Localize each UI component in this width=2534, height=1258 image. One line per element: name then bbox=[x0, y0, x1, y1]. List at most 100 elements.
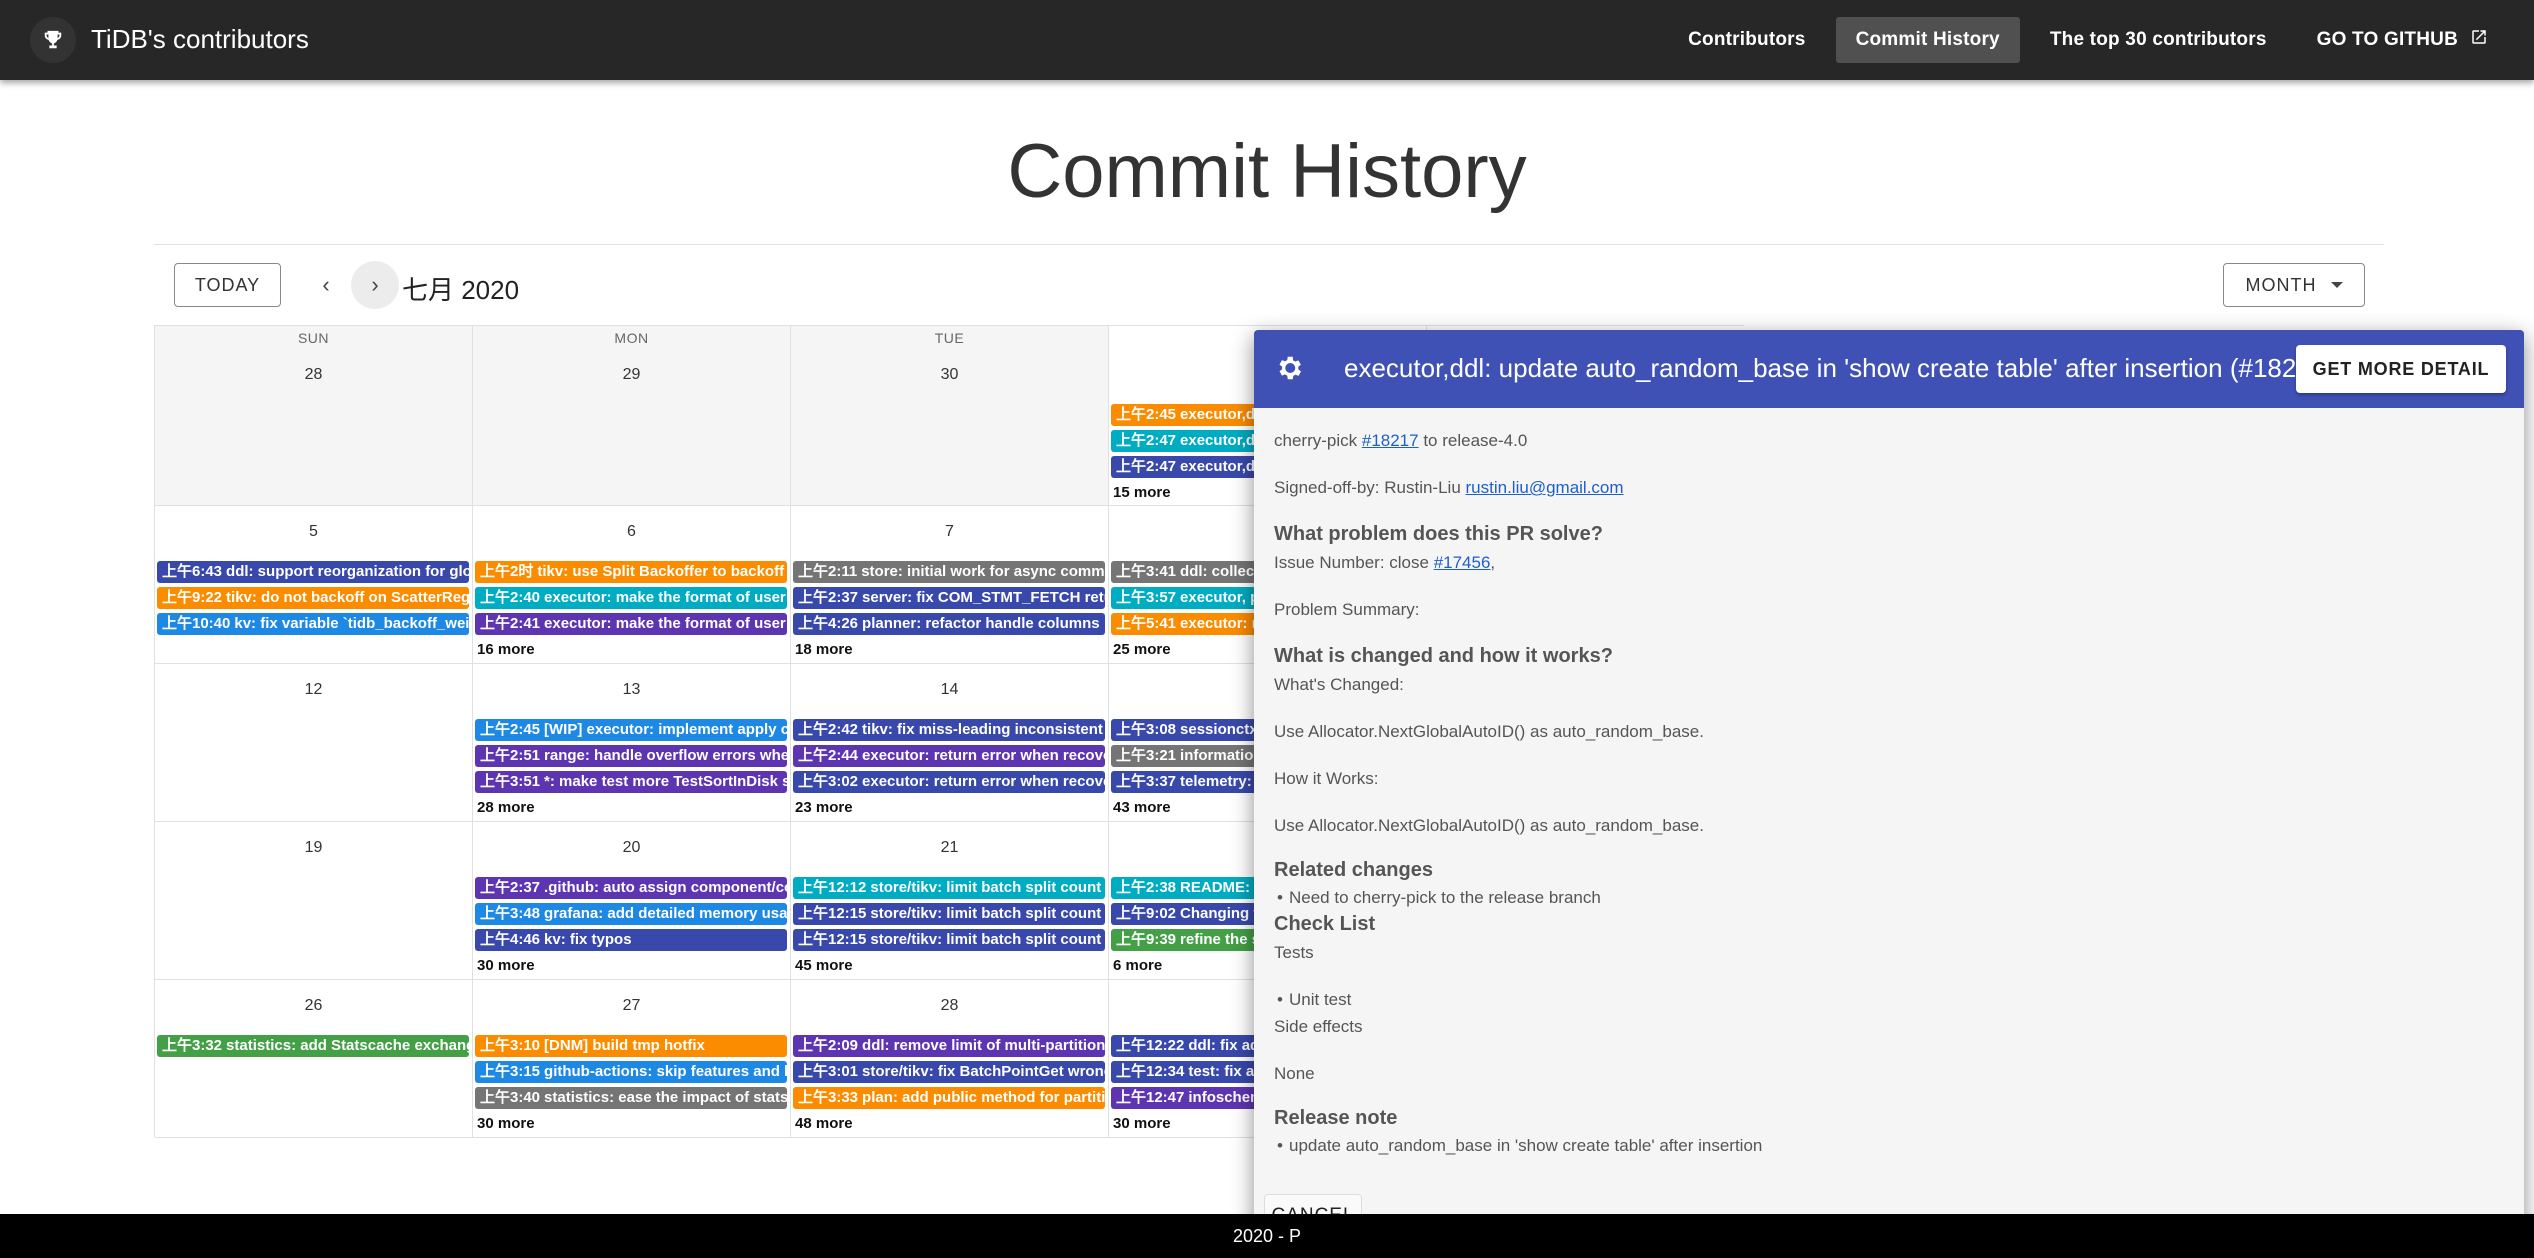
calendar-event[interactable]: 上午3:32 statistics: add Statscache exchang… bbox=[157, 1035, 469, 1057]
day-number[interactable]: 27 bbox=[473, 997, 790, 1015]
calendar-event[interactable]: 上午2:40 executor: make the format of user … bbox=[475, 587, 787, 609]
trophy-icon[interactable] bbox=[30, 17, 76, 63]
event-time: 上午2:47 bbox=[1116, 432, 1177, 449]
event-time: 上午3:10 bbox=[480, 1037, 541, 1054]
day-cell[interactable]: 27 上午3:10 [DNM] build tmp hotfix 上午3:15 gith… bbox=[473, 980, 791, 1138]
event-title: telemetry: c bbox=[1180, 773, 1265, 790]
day-cell[interactable]: MON 29 bbox=[473, 326, 791, 506]
how-it-works-description: Use Allocator.NextGlobalAutoID() as auto… bbox=[1274, 816, 1704, 835]
day-cell[interactable]: SUN 28 bbox=[155, 326, 473, 506]
more-events-link[interactable]: 23 more bbox=[795, 799, 853, 816]
nav-contributors[interactable]: Contributors bbox=[1668, 17, 1825, 63]
calendar-event[interactable]: 上午3:10 [DNM] build tmp hotfix bbox=[475, 1035, 787, 1057]
event-title: store: initial work for async commit bbox=[861, 563, 1105, 580]
day-number[interactable]: 6 bbox=[473, 523, 790, 541]
calendar-event[interactable]: 上午3:40 statistics: ease the impact of sta… bbox=[475, 1087, 787, 1109]
day-number[interactable]: 26 bbox=[155, 997, 472, 1015]
calendar-event[interactable]: 上午2:09 ddl: remove limit of multi-partiti… bbox=[793, 1035, 1105, 1057]
email-link[interactable]: rustin.liu@gmail.com bbox=[1466, 478, 1624, 497]
calendar-event[interactable]: 上午3:51 *: make test more TestSortInDisk s… bbox=[475, 771, 787, 793]
calendar-event[interactable]: 上午3:33 plan: add public method for partit… bbox=[793, 1087, 1105, 1109]
day-number[interactable]: 30 bbox=[791, 366, 1108, 384]
calendar-event[interactable]: 上午12:12 store/tikv: limit batch split cou… bbox=[793, 877, 1105, 899]
day-cell[interactable]: 7 上午2:11 store: initial work for async com… bbox=[791, 506, 1109, 664]
calendar-event[interactable]: 上午12:15 store/tikv: limit batch split cou… bbox=[793, 903, 1105, 925]
calendar-event[interactable]: 上午2:45 [WIP] executor: implement apply ca bbox=[475, 719, 787, 741]
calendar-event[interactable]: 上午3:02 executor: return error when recove… bbox=[793, 771, 1105, 793]
day-number[interactable]: 19 bbox=[155, 839, 472, 857]
calendar-event[interactable]: 上午2:37 server: fix COM_STMT_FETCH return bbox=[793, 587, 1105, 609]
day-number[interactable]: 28 bbox=[791, 997, 1108, 1015]
more-events-link[interactable]: 30 more bbox=[477, 1115, 535, 1132]
day-number[interactable]: 20 bbox=[473, 839, 790, 857]
calendar-event[interactable]: 上午2:41 executor: make the format of user … bbox=[475, 613, 787, 635]
nav-commit-history[interactable]: Commit History bbox=[1835, 17, 2020, 63]
more-events-link[interactable]: 18 more bbox=[795, 641, 853, 658]
event-title: grafana: add detailed memory usag bbox=[544, 905, 787, 922]
day-cell[interactable]: 28 上午2:09 ddl: remove limit of multi-parti… bbox=[791, 980, 1109, 1138]
nav-go-to-github[interactable]: GO TO GITHUB bbox=[2297, 17, 2508, 63]
calendar-event[interactable]: 上午6:43 ddl: support reorganization for gl… bbox=[157, 561, 469, 583]
day-cell[interactable]: 6 上午2时 tikv: use Split Backoffer to backof… bbox=[473, 506, 791, 664]
calendar-event[interactable]: 上午3:15 github-actions: skip features and … bbox=[475, 1061, 787, 1083]
day-cell[interactable]: 14 上午2:42 tikv: fix miss-leading inconsist… bbox=[791, 664, 1109, 822]
event-title: range: handle overflow errors when bbox=[544, 747, 787, 764]
event-time: 上午3:41 bbox=[1116, 563, 1177, 580]
calendar-event[interactable]: 上午3:01 store/tikv: fix BatchPointGet wron… bbox=[793, 1061, 1105, 1083]
view-type-dropdown[interactable]: MONTH bbox=[2223, 263, 2365, 307]
day-number[interactable]: 12 bbox=[155, 681, 472, 699]
more-events-link[interactable]: 16 more bbox=[477, 641, 535, 658]
more-events-link[interactable]: 15 more bbox=[1113, 484, 1171, 501]
more-events-link[interactable]: 48 more bbox=[795, 1115, 853, 1132]
calendar-event[interactable]: 上午10:40 kv: fix variable `tidb_backoff_we… bbox=[157, 613, 469, 635]
day-cell[interactable]: 19 bbox=[155, 822, 473, 980]
event-time: 上午2:45 bbox=[480, 721, 541, 738]
section-heading-release: Release note bbox=[1274, 1107, 1398, 1129]
calendar-event[interactable]: 上午2:37 .github: auto assign component/co bbox=[475, 877, 787, 899]
pr-link[interactable]: #18217 bbox=[1362, 431, 1419, 450]
calendar-event[interactable]: 上午4:46 kv: fix typos bbox=[475, 929, 787, 951]
day-number[interactable]: 21 bbox=[791, 839, 1108, 857]
today-button[interactable]: TODAY bbox=[174, 263, 281, 307]
more-events-link[interactable]: 43 more bbox=[1113, 799, 1171, 816]
open-in-new-icon bbox=[2470, 28, 2488, 52]
day-cell[interactable]: 20 上午2:37 .github: auto assign component/c… bbox=[473, 822, 791, 980]
day-number[interactable]: 29 bbox=[473, 366, 790, 384]
calendar-event[interactable]: 上午2:42 tikv: fix miss-leading inconsisten… bbox=[793, 719, 1105, 741]
day-number[interactable]: 28 bbox=[155, 366, 472, 384]
calendar-event[interactable]: 上午12:15 store/tikv: limit batch split cou… bbox=[793, 929, 1105, 951]
calendar-event[interactable]: 上午4:26 planner: refactor handle columns bbox=[793, 613, 1105, 635]
day-cell[interactable]: TUE 30 bbox=[791, 326, 1109, 506]
get-more-detail-button[interactable]: GET MORE DETAIL bbox=[2296, 345, 2506, 393]
day-cell[interactable]: 13 上午2:45 [WIP] executor: implement apply … bbox=[473, 664, 791, 822]
event-title: infoschem bbox=[1188, 1089, 1264, 1106]
event-title: kv: fix variable `tidb_backoff_weight` bbox=[234, 615, 469, 632]
day-cell[interactable]: 5 上午6:43 ddl: support reorganization for g… bbox=[155, 506, 473, 664]
day-number[interactable]: 7 bbox=[791, 523, 1108, 541]
day-number[interactable]: 14 bbox=[791, 681, 1108, 699]
more-events-link[interactable]: 45 more bbox=[795, 957, 853, 974]
calendar-event[interactable]: 上午2:44 executor: return error when recove… bbox=[793, 745, 1105, 767]
calendar-event[interactable]: 上午2:51 range: handle overflow errors when bbox=[475, 745, 787, 767]
nav-top-30-contributors[interactable]: The top 30 contributors bbox=[2030, 17, 2287, 63]
chevron-right-icon: › bbox=[371, 272, 379, 297]
calendar-event[interactable]: 上午3:48 grafana: add detailed memory usag bbox=[475, 903, 787, 925]
prev-month-button[interactable]: ‹ bbox=[302, 261, 350, 309]
more-events-link[interactable]: 25 more bbox=[1113, 641, 1171, 658]
day-cell[interactable]: 21 上午12:12 store/tikv: limit batch split c… bbox=[791, 822, 1109, 980]
next-month-button[interactable]: › bbox=[351, 261, 399, 309]
more-events-link[interactable]: 30 more bbox=[1113, 1115, 1171, 1132]
more-events-link[interactable]: 6 more bbox=[1113, 957, 1162, 974]
more-events-link[interactable]: 30 more bbox=[477, 957, 535, 974]
day-number[interactable]: 5 bbox=[155, 523, 472, 541]
issue-link[interactable]: #17456 bbox=[1434, 553, 1491, 572]
calendar-event[interactable]: 上午9:22 tikv: do not backoff on ScatterReg… bbox=[157, 587, 469, 609]
day-number[interactable]: 13 bbox=[473, 681, 790, 699]
calendar-event[interactable]: 上午2时 tikv: use Split Backoffer to backoff… bbox=[475, 561, 787, 583]
day-cell[interactable]: 12 bbox=[155, 664, 473, 822]
event-title: plan: add public method for partitio bbox=[862, 1089, 1105, 1106]
more-events-link[interactable]: 28 more bbox=[477, 799, 535, 816]
day-cell[interactable]: 26 上午3:32 statistics: add Statscache excha… bbox=[155, 980, 473, 1138]
calendar-event[interactable]: 上午2:11 store: initial work for async comm… bbox=[793, 561, 1105, 583]
event-time: 上午3:40 bbox=[480, 1089, 541, 1106]
